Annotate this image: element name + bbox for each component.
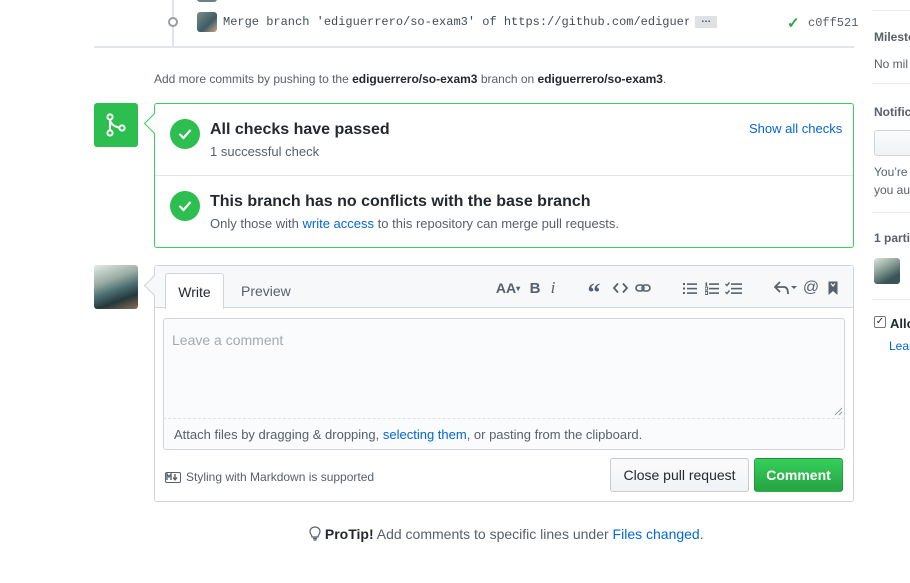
allow-edits-checkbox[interactable]: ✓ xyxy=(874,316,886,328)
markdown-icon xyxy=(165,472,181,483)
mention-icon[interactable]: @ xyxy=(803,279,819,297)
task-list-icon[interactable] xyxy=(725,279,742,297)
merge-status-icon xyxy=(94,103,138,147)
reply-icon[interactable] xyxy=(774,279,798,297)
attach-prefix: Attach files by dragging & dropping, xyxy=(174,427,383,442)
bookmark-icon[interactable] xyxy=(827,279,839,297)
attach-files-text: Attach files by dragging & dropping, sel… xyxy=(174,427,642,442)
sidebar-milestone-text: No mil xyxy=(874,57,909,71)
commit-dot-icon xyxy=(168,17,178,27)
show-all-checks-link[interactable]: Show all checks xyxy=(749,121,842,136)
write-access-link[interactable]: write access xyxy=(303,216,375,231)
close-pull-request-button[interactable]: Close pull request xyxy=(610,458,749,492)
protip-suffix: . xyxy=(699,526,704,542)
push-hint-repo: ediguerrero/so-exam3 xyxy=(537,72,663,86)
sidebar-notifications-text2: you au xyxy=(874,183,910,197)
protip-text: Add comments to specific lines under xyxy=(373,526,613,542)
unordered-list-icon[interactable] xyxy=(682,279,697,297)
conflicts-sub-suffix: to this repository can merge pull reques… xyxy=(374,216,619,231)
sidebar-divider xyxy=(872,212,910,213)
resize-handle-icon[interactable] xyxy=(833,406,843,416)
header-text-icon[interactable]: AA ▾ xyxy=(494,279,522,297)
checks-subtitle: 1 successful check xyxy=(210,144,320,159)
attach-suffix: , or pasting from the clipboard. xyxy=(466,427,643,442)
italic-icon[interactable]: i xyxy=(548,278,558,297)
sidebar-divider xyxy=(872,299,910,300)
conflicts-title: This branch has no conflicts with the ba… xyxy=(210,193,591,210)
tab-preview[interactable]: Preview xyxy=(241,283,291,299)
push-hint-middle: branch on xyxy=(477,72,538,86)
git-merge-icon xyxy=(106,113,126,137)
sidebar-divider xyxy=(872,83,910,84)
sidebar-subscribe-button[interactable] xyxy=(874,130,910,156)
checks-passed-icon xyxy=(170,119,200,149)
sidebar-participants-heading: 1 parti xyxy=(874,231,910,245)
sidebar-milestone-heading[interactable]: Milesto xyxy=(874,30,910,44)
timeline-divider xyxy=(94,46,854,48)
no-conflicts-icon xyxy=(170,191,200,221)
quote-icon[interactable]: “ xyxy=(586,278,602,307)
select-files-link[interactable]: selecting them xyxy=(383,427,467,442)
push-hint-branch: ediguerrero/so-exam3 xyxy=(352,72,478,86)
sidebar-divider xyxy=(872,10,910,11)
commit-author-avatar[interactable] xyxy=(197,12,217,32)
previous-commit-avatar xyxy=(197,0,217,2)
commit-message[interactable]: Merge branch 'ediguerrero/so-exam3' of h… xyxy=(223,15,689,29)
push-hint: Add more commits by pushing to the edigu… xyxy=(154,72,666,86)
learn-more-link[interactable]: Lear xyxy=(889,339,910,353)
code-icon[interactable] xyxy=(612,279,628,297)
allow-edits-label[interactable]: Allo xyxy=(890,316,910,331)
sidebar-participant-avatar[interactable] xyxy=(874,258,900,284)
sidebar-notifications-text1: You’re xyxy=(874,165,908,179)
check-icon[interactable]: ✓ xyxy=(787,14,800,32)
ordered-list-icon[interactable] xyxy=(704,279,719,297)
conflicts-sub-prefix: Only those with xyxy=(210,216,303,231)
sidebar-notifications-heading: Notific xyxy=(874,105,910,119)
push-hint-prefix: Add more commits by pushing to the xyxy=(154,72,353,86)
commit-sha[interactable]: c0ff521 xyxy=(808,16,858,30)
checks-title: All checks have passed xyxy=(210,121,390,138)
current-user-avatar[interactable] xyxy=(94,265,138,309)
conflicts-subtitle: Only those with write access to this rep… xyxy=(210,216,619,231)
push-hint-suffix: . xyxy=(662,72,667,86)
comment-placeholder: Leave a comment xyxy=(172,332,284,348)
tab-write[interactable]: Write xyxy=(165,273,224,309)
bold-icon[interactable]: B xyxy=(528,279,542,297)
protip: ProTip! Add comments to specific lines u… xyxy=(309,526,704,542)
header-text-label: AA xyxy=(495,280,517,296)
link-icon[interactable] xyxy=(634,279,651,297)
commit-expand-button[interactable]: … xyxy=(695,15,717,28)
comment-button[interactable]: Comment xyxy=(754,458,843,492)
markdown-note[interactable]: Styling with Markdown is supported xyxy=(186,470,374,484)
protip-label: ProTip! xyxy=(324,526,374,542)
files-changed-link[interactable]: Files changed xyxy=(613,526,700,542)
light-bulb-icon xyxy=(309,526,321,541)
status-divider xyxy=(155,175,853,176)
